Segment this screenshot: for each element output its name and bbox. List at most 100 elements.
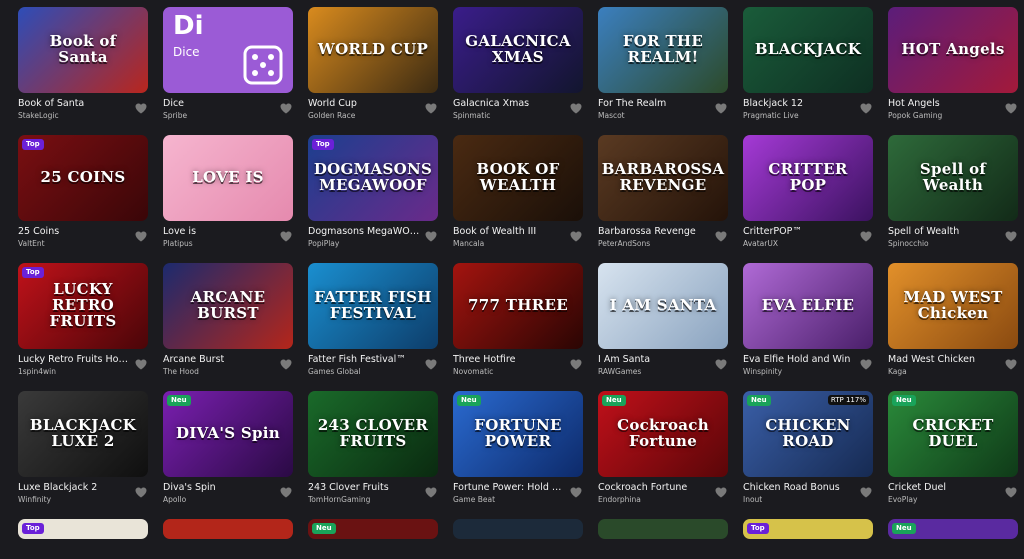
heart-icon[interactable] [1005, 227, 1017, 242]
game-card[interactable]: GALACNICA XMAS Galacnica Xmas Spinmatic [453, 7, 583, 127]
game-title[interactable]: Cricket Duel [888, 482, 1000, 494]
game-provider[interactable]: RAWGames [598, 366, 728, 377]
game-card[interactable]: Di Dice Dice Spribe [163, 7, 293, 127]
game-title[interactable]: Eva Elfie Hold and Win [743, 354, 855, 366]
game-provider[interactable]: Inout [743, 494, 873, 505]
game-provider[interactable]: EvoPlay [888, 494, 1018, 505]
game-provider[interactable]: Kaga [888, 366, 1018, 377]
game-thumbnail[interactable]: Neu [308, 519, 438, 539]
heart-icon[interactable] [715, 483, 727, 498]
game-title[interactable]: Three Hotfire [453, 354, 565, 366]
game-card[interactable]: 777 THREE Three Hotfire Novomatic [453, 263, 583, 383]
game-provider[interactable]: PeterAndSons [598, 238, 728, 249]
game-card[interactable]: Top [18, 519, 148, 559]
game-provider[interactable]: Apollo [163, 494, 293, 505]
heart-icon[interactable] [570, 355, 582, 370]
heart-icon[interactable] [135, 355, 147, 370]
game-title[interactable]: For The Realm [598, 98, 710, 110]
game-provider[interactable]: Spinocchio [888, 238, 1018, 249]
game-card[interactable]: HOT Angels Hot Angels Popok Gaming [888, 7, 1018, 127]
game-card[interactable]: DOGMASONS MEGAWOOF Top Dogmasons MegaWOOF P… [308, 135, 438, 255]
game-title[interactable]: Dogmasons MegaWOOF [308, 226, 420, 238]
game-card[interactable]: FOR THE REALM! For The Realm Mascot [598, 7, 728, 127]
game-title[interactable]: Love is [163, 226, 275, 238]
game-provider[interactable]: TomHornGaming [308, 494, 438, 505]
heart-icon[interactable] [1005, 483, 1017, 498]
game-card[interactable]: EVA ELFIE Eva Elfie Hold and Win Winspinit… [743, 263, 873, 383]
game-thumbnail[interactable]: FORTUNE POWER Neu [453, 391, 583, 477]
game-card[interactable]: MAD WEST Chicken Mad West Chicken Kaga [888, 263, 1018, 383]
game-thumbnail[interactable]: DIVA'S Spin Neu [163, 391, 293, 477]
game-card[interactable]: BLACKJACK Blackjack 12 Pragmatic Live [743, 7, 873, 127]
game-thumbnail[interactable]: Spell of Wealth [888, 135, 1018, 221]
game-title[interactable]: CritterPOP™ [743, 226, 855, 238]
game-title[interactable]: Spell of Wealth [888, 226, 1000, 238]
game-card[interactable]: Top [743, 519, 873, 559]
game-title[interactable]: I Am Santa [598, 354, 710, 366]
game-thumbnail[interactable]: 777 THREE [453, 263, 583, 349]
game-provider[interactable]: Pragmatic Live [743, 110, 873, 121]
game-provider[interactable]: Games Global [308, 366, 438, 377]
game-thumbnail[interactable]: HOT Angels [888, 7, 1018, 93]
game-title[interactable]: Fatter Fish Festival™ [308, 354, 420, 366]
game-provider[interactable]: Spinmatic [453, 110, 583, 121]
game-title[interactable]: Mad West Chicken [888, 354, 1000, 366]
heart-icon[interactable] [570, 483, 582, 498]
game-thumbnail[interactable]: 243 CLOVER FRUITS [308, 391, 438, 477]
game-card[interactable]: LOVE IS Love is Platipus [163, 135, 293, 255]
game-thumbnail[interactable]: BOOK OF WEALTH [453, 135, 583, 221]
heart-icon[interactable] [1005, 99, 1017, 114]
game-card[interactable]: Spell of Wealth Spell of Wealth Spinocchio [888, 135, 1018, 255]
heart-icon[interactable] [860, 483, 872, 498]
game-provider[interactable]: 1spin4win [18, 366, 148, 377]
game-card[interactable]: FATTER FISH FESTIVAL Fatter Fish Festival… [308, 263, 438, 383]
game-thumbnail[interactable]: BLACKJACK LUXE 2 [18, 391, 148, 477]
game-card[interactable]: 25 COINS Top 25 Coins ValtEnt [18, 135, 148, 255]
game-thumbnail[interactable]: I AM SANTA [598, 263, 728, 349]
game-thumbnail[interactable]: CHICKEN ROAD Neu RTP 117% [743, 391, 873, 477]
game-thumbnail[interactable]: LOVE IS [163, 135, 293, 221]
game-card[interactable]: CHICKEN ROAD Neu RTP 117% Chicken Road Bonu… [743, 391, 873, 511]
game-title[interactable]: Lucky Retro Fruits Hold ... [18, 354, 130, 366]
game-card[interactable] [163, 519, 293, 559]
heart-icon[interactable] [280, 355, 292, 370]
game-title[interactable]: Arcane Burst [163, 354, 275, 366]
game-title[interactable]: Hot Angels [888, 98, 1000, 110]
game-thumbnail[interactable]: BLACKJACK [743, 7, 873, 93]
game-title[interactable]: 25 Coins [18, 226, 130, 238]
game-title[interactable]: Chicken Road Bonus [743, 482, 855, 494]
game-thumbnail[interactable]: Top [743, 519, 873, 539]
game-title[interactable]: Fortune Power: Hold & ... [453, 482, 565, 494]
game-title[interactable]: World Cup [308, 98, 420, 110]
heart-icon[interactable] [135, 99, 147, 114]
game-title[interactable]: Cockroach Fortune [598, 482, 710, 494]
game-card[interactable]: Neu [308, 519, 438, 559]
game-title[interactable]: Book of Santa [18, 98, 130, 110]
game-thumbnail[interactable]: Book of Santa [18, 7, 148, 93]
heart-icon[interactable] [715, 99, 727, 114]
game-title[interactable]: Blackjack 12 [743, 98, 855, 110]
game-title[interactable]: Diva's Spin [163, 482, 275, 494]
game-provider[interactable]: Popok Gaming [888, 110, 1018, 121]
game-title[interactable]: Book of Wealth III [453, 226, 565, 238]
game-provider[interactable]: PopiPlay [308, 238, 438, 249]
game-provider[interactable]: Golden Race [308, 110, 438, 121]
game-card[interactable]: I AM SANTA I Am Santa RAWGames [598, 263, 728, 383]
game-card[interactable] [453, 519, 583, 559]
heart-icon[interactable] [715, 227, 727, 242]
game-thumbnail[interactable]: CRICKET DUEL Neu [888, 391, 1018, 477]
heart-icon[interactable] [425, 355, 437, 370]
game-provider[interactable]: Platipus [163, 238, 293, 249]
game-provider[interactable]: ValtEnt [18, 238, 148, 249]
game-thumbnail[interactable]: 25 COINS Top [18, 135, 148, 221]
game-thumbnail[interactable]: CRITTER POP [743, 135, 873, 221]
game-card[interactable]: 243 CLOVER FRUITS 243 Clover Fruits TomHor… [308, 391, 438, 511]
game-card[interactable]: WORLD CUP World Cup Golden Race [308, 7, 438, 127]
game-thumbnail[interactable]: ARCANE BURST [163, 263, 293, 349]
game-thumbnail[interactable]: Top [18, 519, 148, 539]
game-thumbnail[interactable]: DOGMASONS MEGAWOOF Top [308, 135, 438, 221]
game-provider[interactable]: Winfinity [18, 494, 148, 505]
heart-icon[interactable] [860, 355, 872, 370]
game-thumbnail[interactable] [163, 519, 293, 539]
game-thumbnail[interactable]: Neu [888, 519, 1018, 539]
